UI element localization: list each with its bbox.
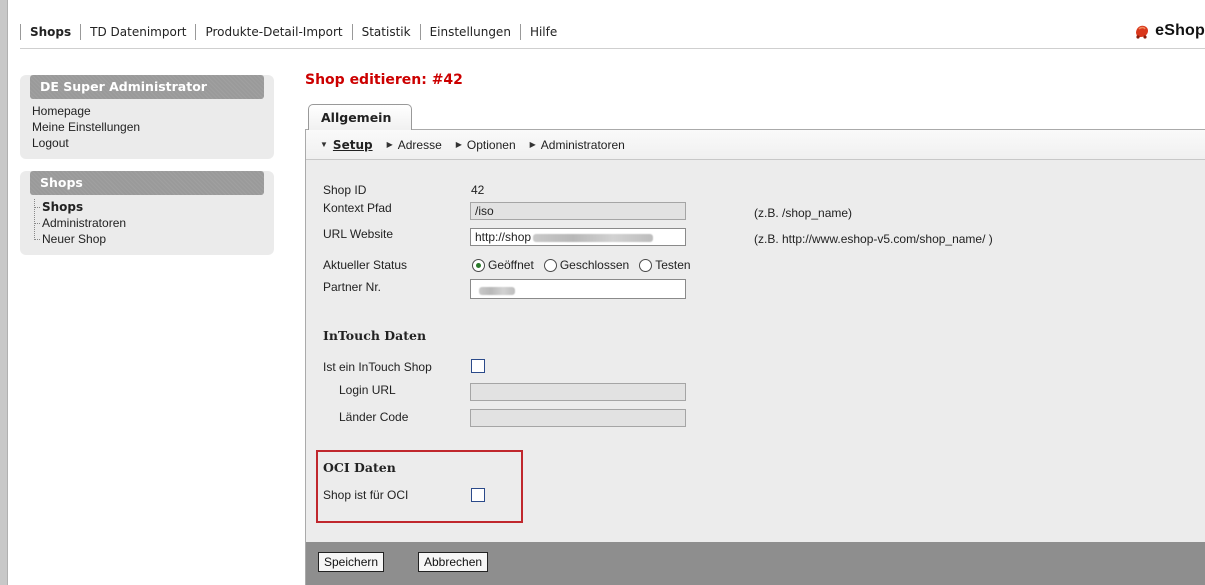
header-divider [20,48,1205,49]
nav-separator [195,24,197,40]
status-option-testen[interactable]: Testen [639,258,691,272]
laender-code-field[interactable] [470,409,686,427]
laender-code-label: Länder Code [339,410,409,424]
radio-label: Geöffnet [488,258,534,272]
intouch-shop-checkbox[interactable] [471,359,485,373]
url-website-value: http://shop [475,230,532,244]
subnav-label: Setup [332,137,373,152]
shops-box-title: Shops [30,171,264,195]
intouch-shop-label: Ist ein InTouch Shop [323,360,432,374]
sidebar: DE Super Administrator Homepage Meine Ei… [20,65,274,267]
subnav-adresse[interactable]: ▶ Adresse [387,138,442,152]
radio-button[interactable] [639,258,653,272]
subnav-optionen[interactable]: ▶ Optionen [456,138,516,152]
brand-logo[interactable]: eShop [1133,22,1205,40]
login-url-label: Login URL [339,383,396,397]
kontext-pfad-label: Kontext Pfad [323,201,392,215]
triangle-right-icon: ▶ [386,140,393,149]
window-left-edge [0,0,8,585]
cancel-button[interactable]: Abbrechen [418,552,489,572]
subnav-label: Administratoren [540,137,625,152]
nav-separator [80,24,82,40]
nav-separator [519,24,521,40]
sidebar-link-homepage[interactable]: Homepage [20,103,274,119]
sidebar-item-administratoren[interactable]: Administratoren [20,215,274,231]
subnav-label: Adresse [397,137,442,152]
shop-id-value: 42 [471,183,485,197]
triangle-down-icon: ▼ [320,140,328,149]
url-website-label: URL Website [323,227,394,241]
triangle-right-icon: ▶ [455,140,462,149]
oci-highlight-box [316,450,523,523]
sidebar-item-shops[interactable]: Shops [20,199,274,215]
nav-td-datenimport[interactable]: TD Datenimport [90,25,186,39]
user-box: DE Super Administrator Homepage Meine Ei… [20,75,274,159]
nav-einstellungen[interactable]: Einstellungen [430,25,511,39]
partner-nr-field[interactable] [470,279,686,299]
url-website-field[interactable]: http://shop [470,228,686,246]
partner-nr-label: Partner Nr. [323,280,382,294]
user-box-title: DE Super Administrator [30,75,264,99]
tab-allgemein[interactable]: Allgemein [308,104,412,131]
shop-id-label: Shop ID [323,183,367,197]
shops-tree: Shops Administratoren Neuer Shop [20,199,274,247]
kontext-pfad-field[interactable]: /iso [470,202,686,220]
tab-bar: Allgemein [305,104,1205,131]
status-option-geschlossen[interactable]: Geschlossen [543,258,630,272]
radio-button[interactable] [472,258,485,272]
nav-hilfe[interactable]: Hilfe [530,25,557,39]
page-title: Shop editieren: #42 [305,72,463,88]
nav-shops[interactable]: Shops [30,25,71,39]
nav-statistik[interactable]: Statistik [362,25,411,39]
eshop-logo-icon [1136,25,1149,39]
sidebar-item-neuer-shop[interactable]: Neuer Shop [20,231,274,247]
save-button[interactable]: Speichern [318,552,385,572]
status-radio-group: Geöffnet Geschlossen Testen [472,258,701,272]
sidebar-link-meine-einstellungen[interactable]: Meine Einstellungen [20,119,274,135]
intouch-heading: InTouch Daten [323,328,427,343]
status-option-geoeffnet[interactable]: Geöffnet [472,258,534,272]
radio-label: Testen [655,258,691,272]
nav-separator [351,24,353,40]
url-website-hint: (z.B. http://www.eshop-v5.com/shop_name/… [754,232,993,246]
form-footer: Speichern Abbrechen [306,542,1205,585]
subnav-administratoren[interactable]: ▶ Administratoren [530,138,625,152]
sidebar-link-logout[interactable]: Logout [20,135,274,151]
redacted-text [479,286,515,295]
sub-navigation: ▼ Setup ▶ Adresse ▶ Optionen ▶ Administr… [306,130,1205,160]
radio-button[interactable] [543,258,557,272]
login-url-field[interactable] [470,383,686,401]
subnav-setup[interactable]: ▼ Setup [320,138,373,152]
nav-separator [20,24,21,40]
top-navigation: Shops TD Datenimport Produkte-Detail-Imp… [20,14,1205,50]
nav-produkte-detail-import[interactable]: Produkte-Detail-Import [205,25,342,39]
subnav-label: Optionen [466,137,516,152]
aktueller-status-label: Aktueller Status [323,258,408,272]
radio-label: Geschlossen [559,258,630,272]
redacted-text [533,233,654,242]
shops-box: Shops Shops Administratoren Neuer Shop [20,171,274,255]
brand-name: eShop [1155,22,1205,39]
nav-separator [419,24,421,40]
triangle-right-icon: ▶ [529,140,536,149]
kontext-pfad-hint: (z.B. /shop_name) [754,206,853,220]
